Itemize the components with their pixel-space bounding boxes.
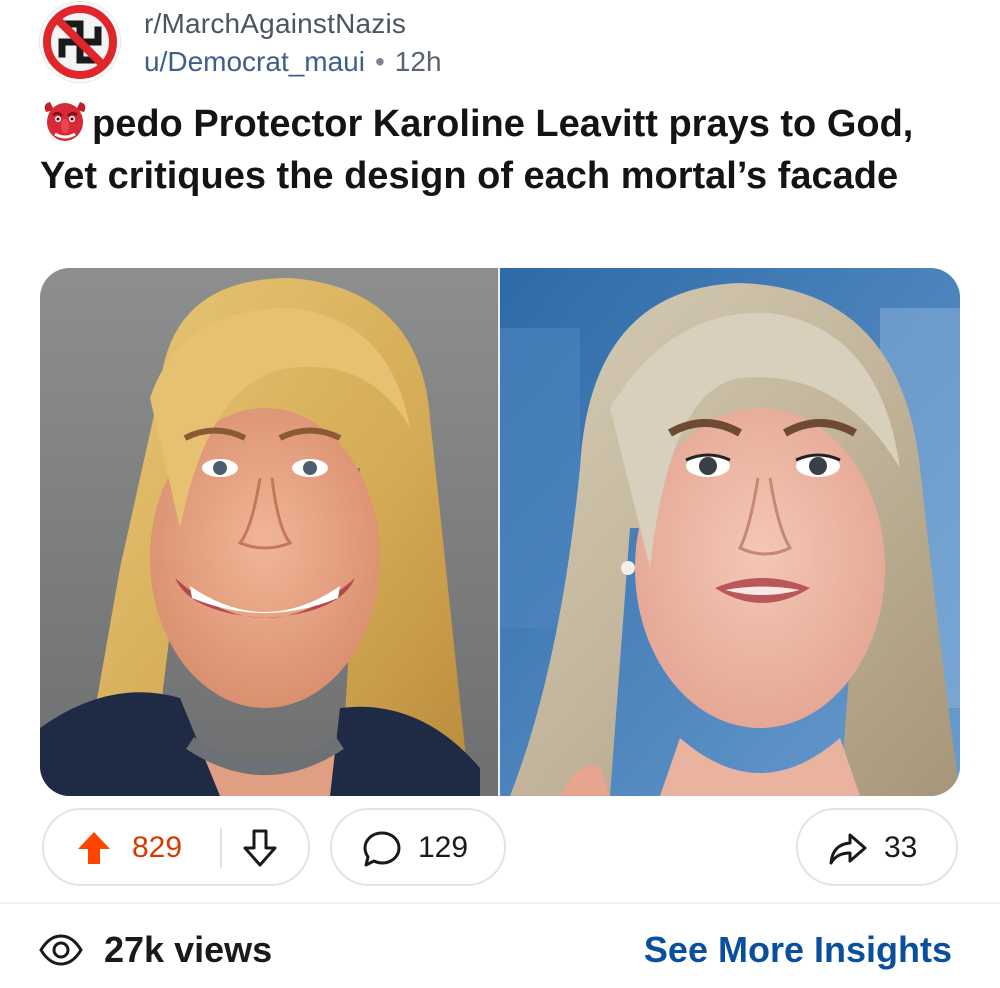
post-meta: u/Democrat_maui • 12h — [144, 46, 442, 78]
meta-separator: • — [374, 46, 385, 77]
section-divider — [0, 902, 1000, 904]
share-button[interactable]: 33 — [796, 808, 958, 886]
post-image[interactable] — [40, 268, 960, 796]
woman-photo-before-icon — [40, 268, 498, 796]
post-time: 12h — [394, 46, 442, 77]
share-arrow-icon — [829, 833, 867, 865]
woman-photo-after-icon — [500, 268, 960, 796]
subreddit-name[interactable]: r/MarchAgainstNazis — [144, 8, 406, 40]
subreddit-avatar[interactable] — [40, 2, 120, 82]
vote-divider — [220, 828, 222, 868]
post-title[interactable]: pedo Protector Karoline Leavitt prays to… — [40, 98, 960, 202]
post-header: r/MarchAgainstNazis u/Democrat_maui • 12h — [40, 2, 960, 82]
eye-views-icon — [39, 934, 83, 966]
goblin-mask-emoji-icon — [40, 98, 90, 142]
username-link[interactable]: u/Democrat_maui — [144, 46, 365, 77]
vote-score: 829 — [132, 831, 183, 864]
share-count: 33 — [884, 831, 918, 864]
vote-bar: 829 — [42, 808, 310, 886]
no-swastika-icon — [40, 2, 120, 82]
downvote-arrow-icon[interactable] — [242, 828, 278, 868]
comments-button[interactable]: 129 — [330, 808, 506, 886]
post-title-text: pedo Protector Karoline Leavitt prays to… — [40, 103, 914, 197]
comment-count: 129 — [418, 831, 469, 864]
upvote-arrow-icon[interactable] — [76, 830, 112, 866]
view-count: 27k views — [104, 929, 273, 970]
see-more-insights-link[interactable]: See More Insights — [644, 928, 952, 972]
comment-bubble-icon — [363, 831, 401, 867]
